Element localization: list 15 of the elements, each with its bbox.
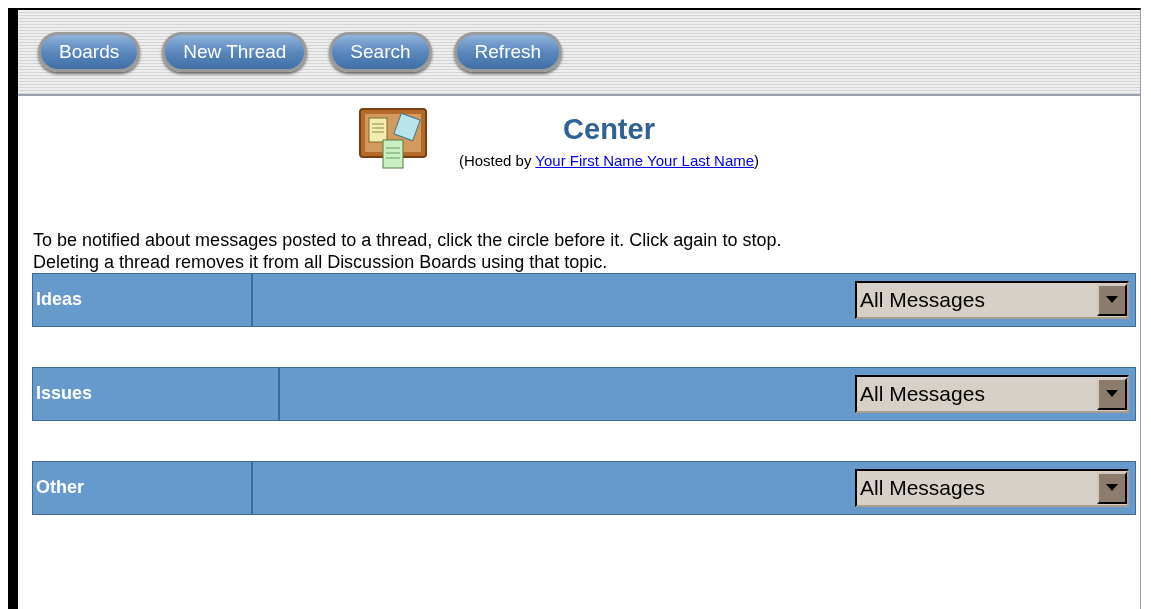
toolbar-button[interactable]: Boards: [38, 32, 141, 72]
filter-dropdown[interactable]: All Messages: [855, 280, 1129, 319]
toolbar-button[interactable]: New Thread: [162, 32, 308, 72]
host-line: (Hosted by Your First Name Your Last Name): [458, 151, 760, 171]
toolbar-button[interactable]: Search: [329, 32, 432, 72]
host-link[interactable]: Your First Name Your Last Name: [535, 152, 755, 169]
toolbar-button[interactable]: Refresh: [453, 32, 563, 72]
instruction-text: Deleting a thread removes it from all Discussion Boards using that topic.: [33, 250, 608, 273]
board-name: Ideas: [36, 288, 83, 311]
board-name: Issues: [36, 382, 93, 405]
board-name: Other: [36, 476, 84, 499]
instruction-text: To be notified about messages posted to a thread, click the circle before it. Click again to stop.: [33, 228, 782, 251]
page-title: Center: [563, 112, 655, 146]
filter-dropdown[interactable]: All Messages: [855, 374, 1129, 413]
filter-dropdown[interactable]: All Messages: [855, 468, 1129, 507]
